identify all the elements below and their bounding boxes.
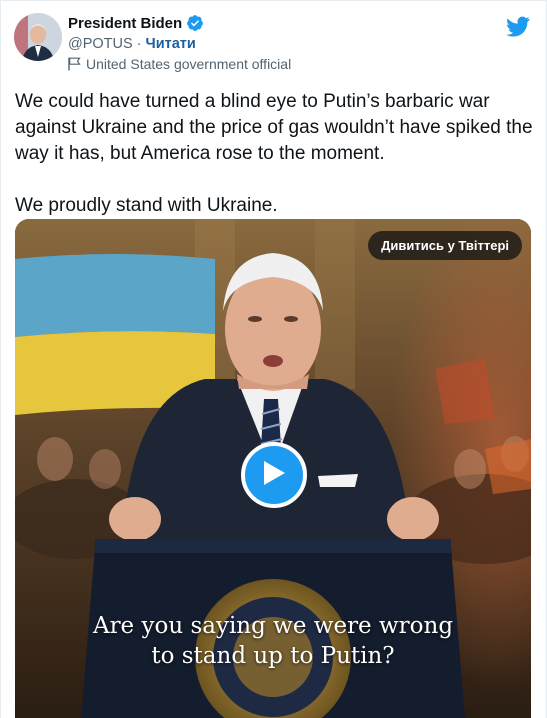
video-caption: Are you saying we were wrong to stand up… <box>15 611 531 671</box>
tweet-paragraph: We proudly stand with Ukraine. <box>15 195 278 216</box>
play-button[interactable] <box>241 442 307 508</box>
caption-line: Are you saying we were wrong <box>92 613 454 639</box>
tweet-paragraph: We could have turned a blind eye to Puti… <box>15 91 533 164</box>
twitter-bird-icon[interactable] <box>506 16 530 37</box>
government-label[interactable]: United States government official <box>68 56 291 72</box>
watch-on-twitter-button[interactable]: Дивитись у Твіттері <box>368 231 522 260</box>
caption-line: to stand up to Putin? <box>151 643 395 669</box>
avatar[interactable] <box>14 13 62 61</box>
play-icon <box>261 459 287 492</box>
video-player[interactable]: Дивитись у Твіттері Are you saying we we… <box>15 219 531 718</box>
verified-badge-icon <box>186 14 204 32</box>
government-label-text: United States government official <box>86 56 292 72</box>
author-handle-row: @POTUS · Читати <box>68 36 196 52</box>
separator-dot: · <box>136 36 142 52</box>
follow-link[interactable]: Читати <box>146 36 196 52</box>
government-flag-icon <box>68 57 81 71</box>
author-handle[interactable]: @POTUS <box>68 36 133 52</box>
tweet-card: President Biden @POTUS · Читати United S… <box>0 0 547 718</box>
author-name-row: President Biden <box>68 14 204 32</box>
tweet-text: We could have turned a blind eye to Puti… <box>15 89 535 219</box>
author-name[interactable]: President Biden <box>68 15 182 32</box>
